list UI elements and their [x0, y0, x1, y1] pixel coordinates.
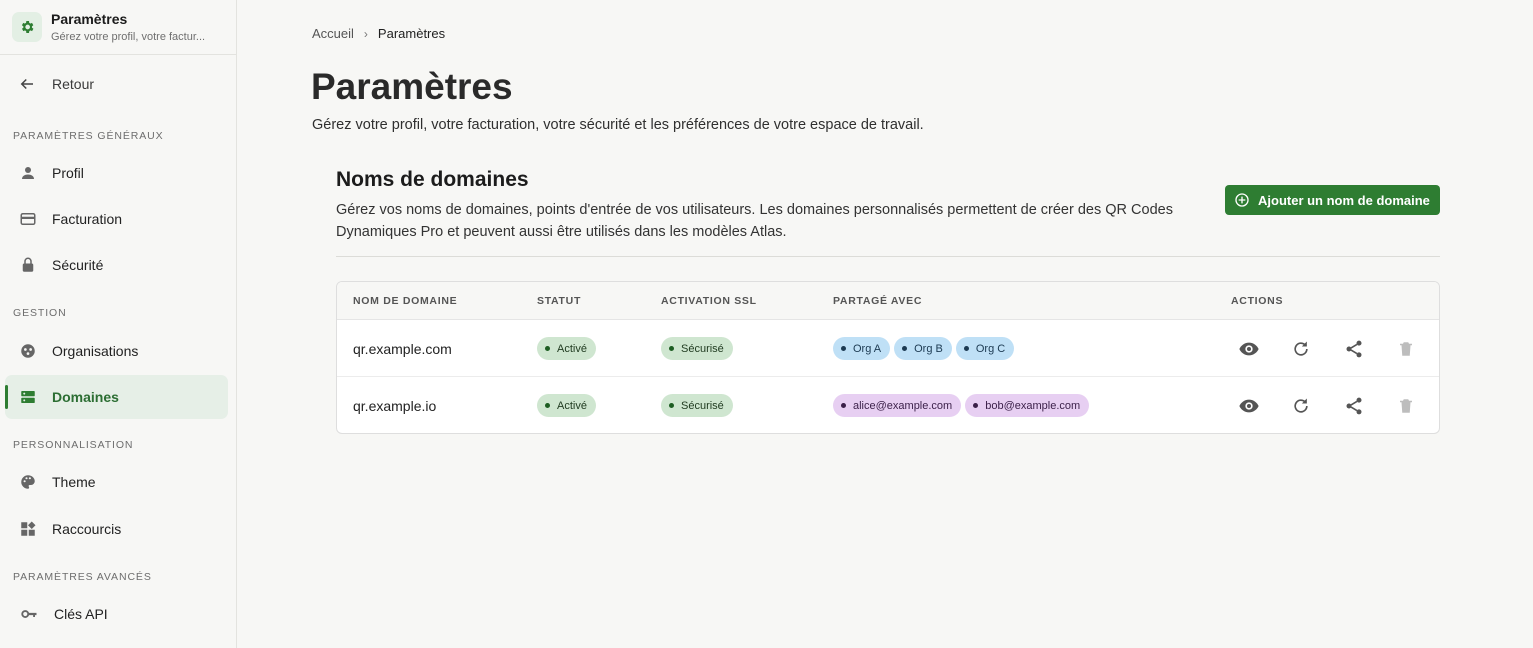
- share-icon[interactable]: [1342, 394, 1366, 418]
- sidebar-item-theme[interactable]: Theme: [5, 460, 228, 504]
- sidebar-item-securite[interactable]: Sécurité: [5, 243, 228, 287]
- sidebar-item-label: Clés API: [54, 606, 108, 622]
- sidebar-item-raccourcis[interactable]: Raccourcis: [5, 507, 228, 551]
- domains-table: NOM DE DOMAINE STATUT ACTIVATION SSL PAR…: [336, 281, 1440, 434]
- sidebar-item-label: Domaines: [52, 389, 119, 405]
- back-label: Retour: [52, 76, 95, 92]
- delete-icon[interactable]: [1394, 337, 1418, 361]
- section-label-general: PARAMÈTRES GÉNÉRAUX: [13, 130, 164, 142]
- sidebar-item-label: Theme: [52, 474, 96, 490]
- column-header-status: STATUT: [537, 295, 582, 307]
- app-subtitle: Gérez votre profil, votre factur...: [51, 30, 206, 43]
- app-header: Paramètres Gérez votre profil, votre fac…: [0, 0, 236, 55]
- sidebar-item-organisations[interactable]: Organisations: [5, 329, 228, 373]
- sidebar-item-label: Raccourcis: [52, 521, 122, 537]
- page-subtitle: Gérez votre profil, votre facturation, v…: [312, 117, 924, 133]
- column-header-domain: NOM DE DOMAINE: [353, 295, 458, 307]
- column-header-ssl: ACTIVATION SSL: [661, 295, 757, 307]
- view-icon[interactable]: [1237, 394, 1261, 418]
- sidebar-item-label: Sécurité: [52, 257, 104, 273]
- credit-card-icon: [20, 213, 36, 225]
- divider: [336, 256, 1440, 257]
- back-button[interactable]: Retour: [18, 75, 94, 93]
- share-icon[interactable]: [1342, 337, 1366, 361]
- palette-icon: [21, 475, 35, 489]
- key-icon: [21, 610, 37, 618]
- column-header-actions: ACTIONS: [1231, 295, 1284, 307]
- sidebar: Paramètres Gérez votre profil, votre fac…: [0, 0, 237, 648]
- delete-icon[interactable]: [1394, 394, 1418, 418]
- organization-icon: [21, 344, 35, 358]
- refresh-icon[interactable]: [1289, 394, 1313, 418]
- section-label-personnalisation: PERSONNALISATION: [13, 439, 134, 451]
- arrow-left-icon: [20, 78, 33, 90]
- sidebar-item-cles-api[interactable]: Clés API: [5, 592, 228, 636]
- lock-icon: [22, 257, 34, 272]
- section-label-avances: PARAMÈTRES AVANCÉS: [13, 571, 152, 583]
- add-domain-label: Ajouter un nom de domaine: [1258, 192, 1430, 208]
- column-header-shared: PARTAGÉ AVEC: [833, 295, 923, 307]
- breadcrumb-home[interactable]: Accueil: [312, 26, 354, 41]
- chevron-right-icon: ›: [363, 26, 368, 41]
- sidebar-item-profil[interactable]: Profil: [5, 151, 228, 195]
- breadcrumb-current: Paramètres: [377, 26, 446, 41]
- widgets-icon: [21, 521, 36, 536]
- table-row: qr.example.com Activé Sécurisé Org A Org…: [337, 320, 1439, 377]
- dns-icon: [21, 391, 35, 403]
- table-row: qr.example.io Activé Sécurisé alice@exam…: [337, 377, 1439, 433]
- table-header: NOM DE DOMAINE STATUT ACTIVATION SSL PAR…: [337, 282, 1439, 320]
- app-title: Paramètres: [51, 10, 128, 27]
- refresh-icon[interactable]: [1289, 337, 1313, 361]
- section-label-gestion: GESTION: [13, 307, 67, 319]
- section-description: Gérez vos noms de domaines, points d'ent…: [336, 202, 1173, 240]
- sidebar-item-label: Organisations: [52, 343, 139, 359]
- person-icon: [22, 167, 34, 179]
- breadcrumb: Accueil › Paramètres: [312, 26, 445, 41]
- sidebar-item-facturation[interactable]: Facturation: [5, 197, 228, 241]
- view-icon[interactable]: [1237, 337, 1261, 361]
- add-domain-button[interactable]: Ajouter un nom de domaine: [1225, 185, 1440, 215]
- sidebar-item-label: Facturation: [52, 211, 123, 227]
- add-circle-icon: [1235, 193, 1249, 207]
- page-title: Paramètres: [311, 66, 513, 107]
- gear-icon: [12, 12, 42, 42]
- section-title: Noms de domaines: [336, 168, 529, 191]
- sidebar-item-label: Profil: [52, 165, 84, 181]
- sidebar-item-domaines[interactable]: Domaines: [5, 375, 228, 419]
